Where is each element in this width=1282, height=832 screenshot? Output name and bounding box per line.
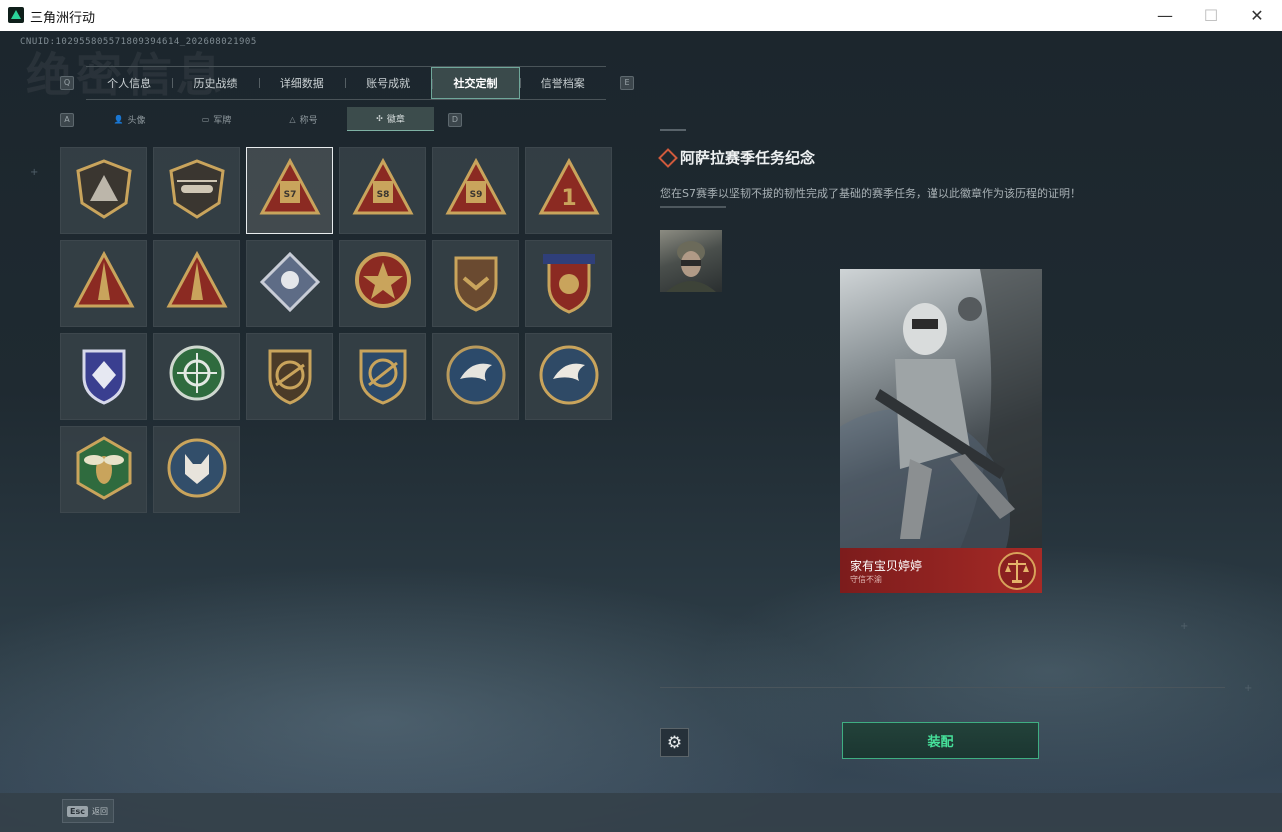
soldiers-badge-icon bbox=[70, 248, 138, 320]
window-title: 三角洲行动 bbox=[30, 11, 96, 26]
settings-button[interactable]: ⚙ bbox=[660, 728, 689, 757]
description-underline bbox=[660, 206, 726, 208]
tab-0[interactable]: 个人信息 bbox=[86, 67, 172, 99]
svg-text:S8: S8 bbox=[376, 190, 389, 200]
gold-crosshair-badge-icon bbox=[349, 341, 417, 413]
three-star-shield-badge-icon bbox=[535, 248, 603, 320]
back-button[interactable]: Esc 返回 bbox=[62, 799, 114, 823]
wolf-badge-icon bbox=[163, 434, 231, 506]
equip-button[interactable]: 装配 bbox=[842, 722, 1039, 759]
svg-text:S7: S7 bbox=[283, 190, 296, 200]
delta-shield-badge-icon bbox=[70, 155, 138, 227]
crosshair-decoration-icon: + bbox=[1180, 621, 1189, 632]
tab-3[interactable]: 账号成就 bbox=[344, 67, 431, 99]
eagle-gold-badge-icon bbox=[535, 341, 603, 413]
subtab-label: 军牌 bbox=[213, 115, 232, 126]
crystal-shield-badge-icon bbox=[70, 341, 138, 413]
esc-key-hint: Esc bbox=[67, 805, 88, 817]
rose-diamond-badge-icon bbox=[256, 248, 324, 320]
helicopter-badge-icon bbox=[163, 155, 231, 227]
subtab-3[interactable]: ✣ 徽章 bbox=[347, 107, 434, 131]
key-hint-e: E bbox=[620, 76, 634, 90]
minimize-button[interactable]: — bbox=[1142, 0, 1188, 31]
badge-slot[interactable] bbox=[246, 240, 333, 327]
key-hint-d: D bbox=[448, 113, 462, 127]
bottom-bar: Esc 返回 bbox=[0, 793, 1282, 832]
main-tabs: 个人信息 历史战绩 详细数据 账号成就 社交定制 信誉档案 bbox=[86, 66, 606, 100]
badge-slot[interactable] bbox=[153, 426, 240, 513]
badge-slot[interactable] bbox=[525, 240, 612, 327]
maximize-button[interactable]: ☐ bbox=[1188, 0, 1234, 31]
tab-1[interactable]: 历史战绩 bbox=[172, 67, 258, 99]
player-avatar[interactable] bbox=[660, 230, 722, 292]
star-medal-badge-icon bbox=[349, 248, 417, 320]
player-card: 家有宝贝婷婷 守信不渝 bbox=[840, 269, 1042, 593]
tab-4[interactable]: 社交定制 bbox=[431, 67, 520, 99]
tab-2[interactable]: 详细数据 bbox=[258, 67, 345, 99]
card-nameplate: 家有宝贝婷婷 守信不渝 bbox=[840, 548, 1042, 593]
card-player-subtitle: 守信不渝 bbox=[850, 575, 882, 584]
badge-slot[interactable] bbox=[60, 147, 147, 234]
key-hint-q: Q bbox=[60, 76, 74, 90]
card-player-name: 家有宝贝婷婷 bbox=[850, 559, 923, 573]
game-viewport: 绝密信息 CNUID:102955805571809394614_2026080… bbox=[0, 31, 1282, 832]
tab-5[interactable]: 信誉档案 bbox=[519, 67, 606, 99]
s8-badge-icon: S8 bbox=[349, 155, 417, 227]
eagle-blue-badge-icon bbox=[442, 341, 510, 413]
rank-one-badge-icon: 1 bbox=[535, 155, 603, 227]
badge-slot[interactable] bbox=[153, 147, 240, 234]
badge-slot[interactable] bbox=[432, 333, 519, 420]
s9-badge-icon: S9 bbox=[442, 155, 510, 227]
uid-label: CNUID:102955805571809394614_202608021905 bbox=[20, 37, 257, 47]
subtab-0[interactable]: 👤 头像 bbox=[86, 107, 173, 131]
gear-icon: ⚙ bbox=[666, 732, 683, 753]
badge-slot[interactable] bbox=[153, 333, 240, 420]
badge-grid: S7 S8 S9 1 bbox=[60, 147, 612, 513]
rifle-shield-badge-icon bbox=[256, 341, 324, 413]
s7-badge-icon: S7 bbox=[256, 155, 324, 227]
rocket-badge-icon bbox=[163, 248, 231, 320]
wasp-badge-icon bbox=[70, 434, 138, 506]
badge-slot[interactable] bbox=[60, 426, 147, 513]
badge-slot[interactable] bbox=[432, 240, 519, 327]
back-label: 返回 bbox=[91, 806, 108, 816]
badge-slot[interactable] bbox=[60, 333, 147, 420]
close-button[interactable]: ✕ bbox=[1234, 0, 1280, 31]
app-logo-icon bbox=[8, 7, 24, 23]
badge-slot[interactable]: S7 bbox=[246, 147, 333, 234]
svg-text:1: 1 bbox=[561, 186, 576, 211]
subtab-label: 头像 bbox=[127, 115, 146, 126]
emblem-icon: ✣ bbox=[376, 114, 383, 123]
subtab-label: 称号 bbox=[299, 115, 318, 126]
detail-accent-line bbox=[660, 129, 686, 131]
green-crosshair-badge-icon bbox=[163, 341, 231, 413]
badge-slot[interactable]: 1 bbox=[525, 147, 612, 234]
subtab-1[interactable]: ▭ 军牌 bbox=[173, 107, 260, 131]
crosshair-decoration-icon: + bbox=[1244, 683, 1253, 694]
svg-text:S9: S9 bbox=[469, 190, 482, 200]
detail-divider bbox=[660, 687, 1225, 688]
subtab-2[interactable]: △ 称号 bbox=[260, 107, 347, 131]
dogtag-icon: ▭ bbox=[201, 114, 210, 124]
badge-slot[interactable]: S9 bbox=[432, 147, 519, 234]
person-icon: 👤 bbox=[113, 114, 124, 124]
subtab-label: 徽章 bbox=[386, 115, 405, 125]
badge-slot[interactable] bbox=[339, 240, 426, 327]
diamond-icon bbox=[658, 148, 678, 168]
badge-description: 您在S7赛季以坚韧不拔的韧性完成了基础的赛季任务，谨以此徽章作为该历程的证明！ bbox=[660, 187, 1081, 200]
key-hint-a: A bbox=[60, 113, 74, 127]
chevron-shield-badge-icon bbox=[442, 248, 510, 320]
badge-slot[interactable] bbox=[525, 333, 612, 420]
badge-slot[interactable]: S8 bbox=[339, 147, 426, 234]
badge-slot[interactable] bbox=[153, 240, 240, 327]
badge-slot[interactable] bbox=[60, 240, 147, 327]
badge-title: 阿萨拉赛季任务纪念 bbox=[680, 149, 816, 167]
sub-tabs: 👤 头像 ▭ 军牌 △ 称号 ✣ 徽章 bbox=[86, 107, 446, 131]
badge-slot[interactable] bbox=[246, 333, 333, 420]
badge-slot[interactable] bbox=[339, 333, 426, 420]
crosshair-decoration-icon: + bbox=[30, 167, 39, 178]
triangle-icon: △ bbox=[289, 114, 296, 124]
scales-emblem-icon bbox=[998, 552, 1036, 590]
window-titlebar: 三角洲行动 — ☐ ✕ bbox=[0, 0, 1282, 31]
